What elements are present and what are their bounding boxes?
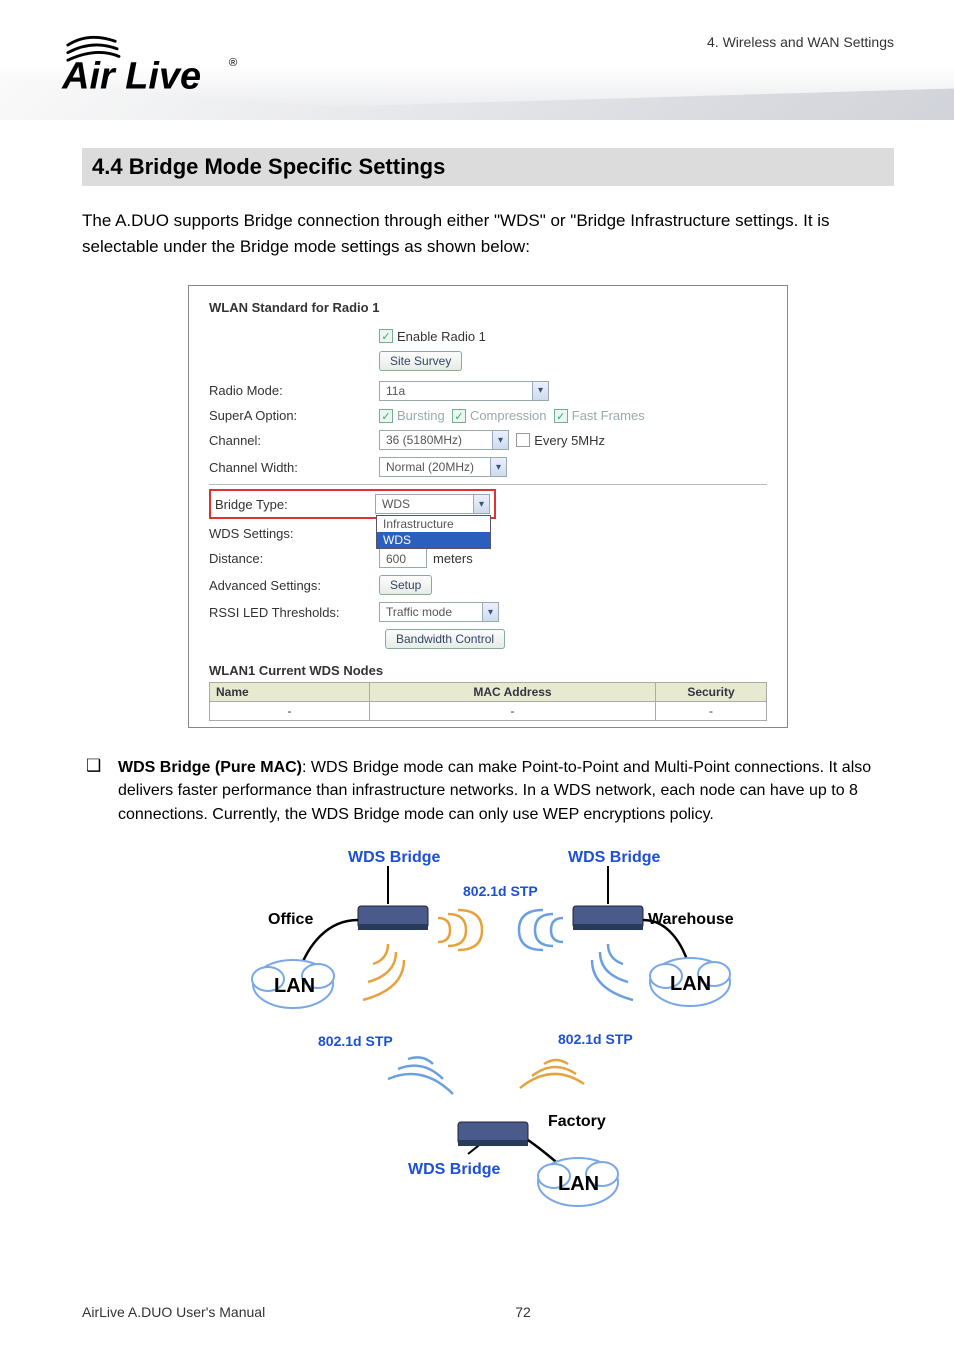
channel-label: Channel:: [209, 433, 379, 448]
bridge-type-option-wds[interactable]: WDS: [377, 532, 490, 548]
panel-title: WLAN Standard for Radio 1: [209, 300, 767, 315]
wds-bridge-label: WDS Bridge: [348, 849, 441, 866]
footer-manual: AirLive A.DUO User's Manual: [82, 1304, 265, 1320]
th-name: Name: [210, 683, 370, 701]
distance-input[interactable]: 600: [379, 548, 427, 568]
channel-select[interactable]: 36 (5180MHz)▾: [379, 430, 509, 450]
table-row: - - -: [209, 702, 767, 721]
chevron-down-icon: ▾: [532, 382, 548, 400]
bullet-icon: ❑: [82, 756, 118, 826]
svg-text:®: ®: [229, 57, 238, 69]
bridge-type-dropdown[interactable]: Infrastructure WDS: [376, 515, 491, 549]
radio-mode-label: Radio Mode:: [209, 383, 379, 398]
svg-text:Office: Office: [268, 911, 313, 928]
th-mac: MAC Address: [370, 683, 656, 701]
chevron-down-icon: ▾: [473, 495, 489, 513]
chevron-down-icon: ▾: [482, 603, 498, 621]
wds-table-header: Name MAC Address Security: [209, 682, 767, 702]
supera-label: SuperA Option:: [209, 408, 379, 423]
bridge-type-select[interactable]: WDS▾ Infrastructure WDS: [375, 494, 490, 514]
svg-text:WDS Bridge: WDS Bridge: [568, 849, 661, 866]
channel-width-label: Channel Width:: [209, 460, 379, 475]
bullet-title: WDS Bridge (Pure MAC): [118, 759, 302, 776]
advanced-settings-label: Advanced Settings:: [209, 578, 379, 593]
every5mhz-label: Every 5MHz: [534, 433, 605, 448]
setup-button[interactable]: Setup: [379, 575, 432, 595]
svg-text:WDS Bridge: WDS Bridge: [408, 1161, 501, 1178]
rssi-select[interactable]: Traffic mode▾: [379, 602, 499, 622]
svg-text:LAN: LAN: [558, 1173, 599, 1195]
rssi-label: RSSI LED Thresholds:: [209, 605, 379, 620]
bullet-item: ❑ WDS Bridge (Pure MAC): WDS Bridge mode…: [82, 756, 894, 826]
svg-text:802.1d STP: 802.1d STP: [463, 883, 538, 899]
every5mhz-checkbox[interactable]: ✓: [516, 433, 530, 447]
distance-unit: meters: [433, 551, 473, 566]
compression-label: Compression: [470, 408, 547, 423]
wds-settings-label: WDS Settings:: [209, 526, 379, 541]
bursting-label: Bursting: [397, 408, 445, 423]
wds-nodes-title: WLAN1 Current WDS Nodes: [209, 663, 767, 678]
brand-logo: Air Live ®: [60, 28, 250, 100]
compression-checkbox[interactable]: ✓: [452, 409, 466, 423]
fastframes-checkbox[interactable]: ✓: [554, 409, 568, 423]
fastframes-label: Fast Frames: [572, 408, 645, 423]
chevron-down-icon: ▾: [492, 431, 508, 449]
bridge-type-label: Bridge Type:: [215, 497, 375, 512]
bridge-type-option-infra[interactable]: Infrastructure: [377, 516, 490, 532]
svg-text:LAN: LAN: [274, 975, 315, 997]
chapter-label: 4. Wireless and WAN Settings: [707, 34, 894, 50]
svg-text:802.1d STP: 802.1d STP: [318, 1033, 393, 1049]
bandwidth-control-button[interactable]: Bandwidth Control: [385, 629, 505, 649]
topology-diagram: WDS Bridge WDS Bridge 802.1d STP 802.1d …: [238, 844, 738, 1214]
wlan-settings-panel: WLAN Standard for Radio 1 ✓ Enable Radio…: [188, 285, 788, 729]
footer-page-number: 72: [515, 1304, 531, 1320]
svg-text:LAN: LAN: [670, 973, 711, 995]
chevron-down-icon: ▾: [490, 458, 506, 476]
enable-radio-label: Enable Radio 1: [397, 329, 486, 344]
channel-width-select[interactable]: Normal (20MHz)▾: [379, 457, 507, 477]
svg-text:Factory: Factory: [548, 1113, 606, 1130]
svg-text:Air Live: Air Live: [61, 56, 201, 98]
enable-radio-checkbox[interactable]: ✓: [379, 329, 393, 343]
distance-label: Distance:: [209, 551, 379, 566]
th-security: Security: [656, 683, 766, 701]
bursting-checkbox[interactable]: ✓: [379, 409, 393, 423]
section-heading: 4.4 Bridge Mode Specific Settings: [82, 148, 894, 186]
site-survey-button[interactable]: Site Survey: [379, 351, 462, 371]
intro-paragraph: The A.DUO supports Bridge connection thr…: [82, 208, 894, 261]
radio-mode-select[interactable]: 11a▾: [379, 381, 549, 401]
svg-text:802.1d STP: 802.1d STP: [558, 1031, 633, 1047]
